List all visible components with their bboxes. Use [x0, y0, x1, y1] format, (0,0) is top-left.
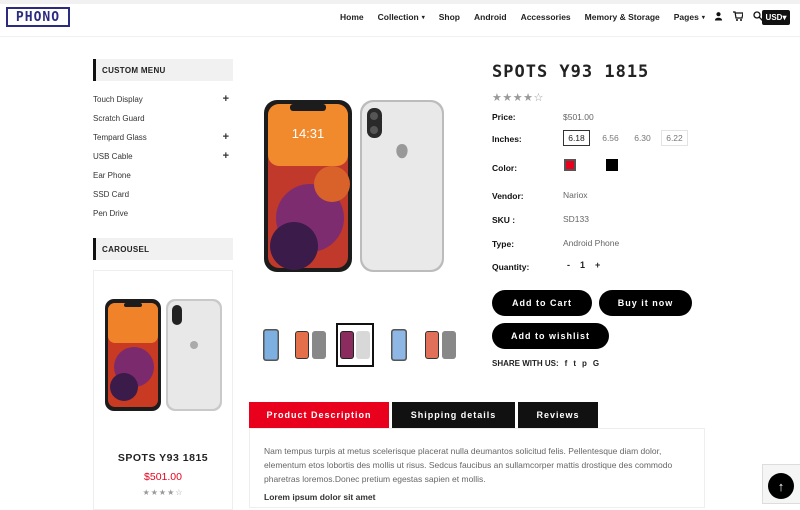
google-icon[interactable]: G: [593, 359, 599, 368]
header-divider: [0, 36, 800, 37]
thumbnail-image: [295, 331, 326, 359]
menu-item-touch-display[interactable]: Touch Display +: [93, 94, 233, 105]
price-value: $501.00: [563, 112, 594, 122]
facebook-icon[interactable]: f: [565, 359, 568, 368]
vendor-value[interactable]: Nariox: [563, 190, 588, 200]
carousel-product-name[interactable]: SPOTS Y93 1815: [93, 452, 233, 464]
plus-icon[interactable]: +: [223, 94, 229, 105]
nav-pages[interactable]: Pages ▾: [674, 12, 705, 22]
color-label: Color:: [492, 163, 518, 173]
buy-now-button[interactable]: Buy it now: [599, 290, 692, 316]
chevron-down-icon: ▾: [421, 14, 425, 21]
thumbnail-image: [425, 331, 456, 359]
site-logo[interactable]: PHONO: [6, 7, 70, 27]
svg-text:14:31: 14:31: [292, 126, 325, 141]
carousel-product-price: $501.00: [144, 471, 182, 483]
carousel-rating: ★★★★☆: [142, 488, 184, 497]
nav-home[interactable]: Home: [340, 12, 364, 22]
product-description-text: Nam tempus turpis at metus scelerisque p…: [264, 446, 673, 484]
menu-item-pen-drive[interactable]: Pen Drive: [93, 209, 233, 218]
thumbnail-image: [340, 331, 370, 359]
size-option-6-18[interactable]: 6.18: [563, 130, 590, 146]
tab-shipping-details[interactable]: Shipping details: [392, 402, 515, 428]
carousel-title: CAROUSEL: [93, 238, 233, 260]
header-icons: [714, 11, 763, 21]
nav-shop[interactable]: Shop: [439, 12, 460, 22]
type-value: Android Phone: [563, 238, 620, 248]
nav-android[interactable]: Android: [474, 12, 507, 22]
nav-accessories[interactable]: Accessories: [521, 12, 571, 22]
menu-item-ear-phone[interactable]: Ear Phone: [93, 171, 233, 180]
menu-item-scratch-guard[interactable]: Scratch Guard: [93, 114, 233, 123]
nav-collection[interactable]: Collection ▾: [378, 12, 425, 22]
user-icon[interactable]: [714, 11, 723, 21]
size-option-6-30[interactable]: 6.30: [629, 130, 656, 146]
sku-value: SD133: [563, 214, 589, 224]
vendor-label: Vendor:: [492, 191, 524, 201]
quantity-label: Quantity:: [492, 262, 530, 272]
quantity-stepper: - 1 +: [563, 260, 600, 270]
menu-item-usb-cable[interactable]: USB Cable +: [93, 151, 233, 162]
product-description-heading: Lorem ipsum dolor sit amet: [264, 492, 376, 502]
thumbnail-image: [263, 329, 279, 361]
custom-menu-title: CUSTOM MENU: [93, 59, 233, 81]
twitter-icon[interactable]: t: [573, 359, 576, 368]
qty-value[interactable]: 1: [580, 260, 585, 270]
type-label: Type:: [492, 239, 515, 249]
thumbnail-2[interactable]: [292, 323, 330, 367]
tab-reviews[interactable]: Reviews: [518, 402, 598, 428]
qty-plus-button[interactable]: +: [595, 260, 600, 270]
price-label: Price:: [492, 112, 516, 122]
tab-product-description[interactable]: Product Description: [249, 402, 389, 428]
size-option-6-56[interactable]: 6.56: [597, 130, 624, 146]
thumbnail-5[interactable]: [422, 323, 460, 367]
thumbnail-image: [391, 329, 407, 361]
top-strip: [0, 0, 800, 4]
product-title: SPOTS Y93 1815: [492, 62, 650, 82]
add-to-cart-button[interactable]: Add to Cart: [492, 290, 592, 316]
add-to-wishlist-button[interactable]: Add to wishlist: [492, 323, 609, 349]
pinterest-icon[interactable]: p: [582, 359, 587, 368]
main-nav: Home Collection ▾ Shop Android Accessorie…: [340, 12, 719, 22]
share-label: SHARE WITH US:: [492, 359, 559, 368]
main-product-image[interactable]: 14:31: [262, 100, 462, 280]
thumbnail-4[interactable]: [380, 323, 418, 367]
menu-item-tempard-glass[interactable]: Tempard Glass +: [93, 132, 233, 143]
color-swatch-red[interactable]: [564, 159, 576, 171]
cart-icon[interactable]: [733, 11, 743, 21]
nav-memory-storage[interactable]: Memory & Storage: [585, 12, 660, 22]
scroll-to-top-button[interactable]: ↑: [768, 473, 794, 499]
color-swatch-black[interactable]: [606, 159, 618, 171]
share-section: SHARE WITH US: f t p G: [492, 359, 599, 368]
thumbnail-3-selected[interactable]: [336, 323, 374, 367]
sku-label: SKU :: [492, 215, 516, 225]
qty-minus-button[interactable]: -: [567, 260, 570, 270]
thumbnail-1[interactable]: [252, 323, 290, 367]
plus-icon[interactable]: +: [223, 151, 229, 162]
currency-selector[interactable]: USD▾: [762, 10, 790, 25]
inches-label: Inches:: [492, 134, 522, 144]
size-option-6-22[interactable]: 6.22: [661, 130, 688, 146]
carousel-product-image[interactable]: [94, 283, 232, 423]
menu-item-ssd-card[interactable]: SSD Card: [93, 190, 233, 199]
plus-icon[interactable]: +: [223, 132, 229, 143]
chevron-down-icon: ▾: [701, 14, 705, 21]
product-rating: ★★★★☆: [492, 92, 544, 104]
